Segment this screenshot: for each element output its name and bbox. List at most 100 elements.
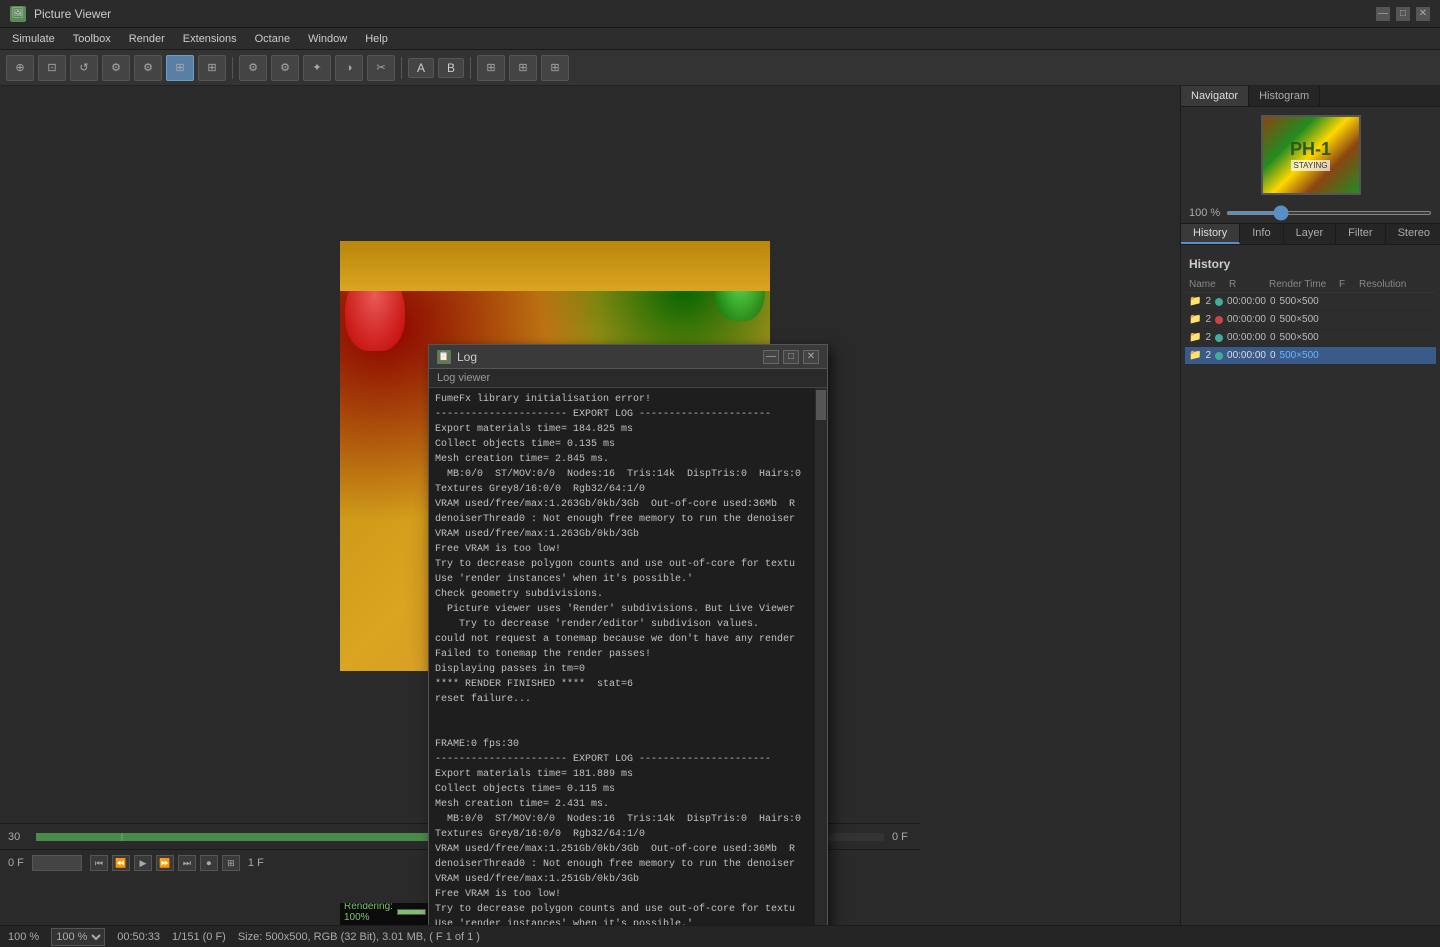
play-end-button[interactable]: ⏭	[178, 855, 196, 871]
icon2-button[interactable]: ⊞	[509, 55, 537, 81]
log-minimize-button[interactable]: —	[763, 350, 779, 364]
status-frame-info: 1/151 (0 F)	[172, 931, 226, 943]
col-render-time-label	[1249, 279, 1269, 290]
settings2-button[interactable]: ⚙	[134, 55, 162, 81]
play-prev-button[interactable]: ⏪	[112, 855, 130, 871]
separator-3	[470, 57, 471, 79]
history-panel: History Name R Render Time F Resolution …	[1181, 249, 1440, 925]
row4-f: 0	[1270, 350, 1276, 361]
frame-input[interactable]	[32, 855, 82, 871]
play-button[interactable]: ▶	[134, 855, 152, 871]
view-button[interactable]: ⊞	[166, 55, 194, 81]
end-frame-label: 0 F	[892, 831, 912, 843]
main-layout: PH-1 Rendering: 100% 📋 Log — □ ✕	[0, 86, 1440, 925]
zoom-slider[interactable]	[1226, 211, 1432, 215]
log-controls: — □ ✕	[763, 350, 819, 364]
log-vertical-scrollbar[interactable]	[815, 388, 827, 925]
icon3-button[interactable]: ⊞	[541, 55, 569, 81]
toolbar: ⊕ ⊡ ↺ ⚙ ⚙ ⊞ ⊞ ⚙ ⚙ ✦ ◑ ✂ A B ⊞ ⊞ ⊞	[0, 50, 1440, 86]
menu-toolbox[interactable]: Toolbox	[65, 31, 119, 47]
start-frame-label: 30	[8, 831, 28, 843]
history-row-2[interactable]: 📁 2 00:00:00 0 500×500	[1185, 311, 1436, 329]
channel-b-button[interactable]: B	[438, 58, 464, 78]
zoom-value: 100 %	[1189, 207, 1220, 219]
log-text: FumeFx library initialisation error! ---…	[429, 388, 827, 925]
menu-simulate[interactable]: Simulate	[4, 31, 63, 47]
history-tabs: History Info Layer Filter Stereo	[1181, 224, 1440, 245]
row2-folder-icon: 📁	[1189, 314, 1201, 325]
row4-folder-icon: 📁	[1189, 350, 1201, 361]
fx2-button[interactable]: ⚙	[271, 55, 299, 81]
log-icon: 📋	[437, 350, 451, 364]
tab-info[interactable]: Info	[1240, 224, 1283, 244]
title-bar: 🖼 Picture Viewer — □ ✕	[0, 0, 1440, 28]
history-row-3[interactable]: 📁 2 00:00:00 0 500×500	[1185, 329, 1436, 347]
tab-histogram[interactable]: Histogram	[1249, 86, 1320, 106]
tab-stereo[interactable]: Stereo	[1386, 224, 1440, 244]
menu-bar: Simulate Toolbox Render Extensions Octan…	[0, 28, 1440, 50]
maximize-button[interactable]: □	[1396, 7, 1410, 21]
title-bar-controls[interactable]: — □ ✕	[1376, 7, 1430, 21]
col-render-time: Render Time	[1269, 279, 1339, 290]
star-button[interactable]: ✦	[303, 55, 331, 81]
log-maximize-button[interactable]: □	[783, 350, 799, 364]
progress-text: Rendering: 100%	[344, 901, 393, 923]
play-start-button[interactable]: ⏮	[90, 855, 108, 871]
row3-folder-icon: 📁	[1189, 332, 1201, 343]
refresh-button[interactable]: ↺	[70, 55, 98, 81]
log-content[interactable]: FumeFx library initialisation error! ---…	[429, 388, 827, 925]
close-button[interactable]: ✕	[1416, 7, 1430, 21]
row3-status-dot	[1215, 334, 1223, 342]
tab-filter[interactable]: Filter	[1336, 224, 1385, 244]
row4-name: 2	[1205, 350, 1211, 361]
zoom-select[interactable]: 100 %	[51, 928, 105, 946]
crop-button[interactable]: ✂	[367, 55, 395, 81]
menu-render[interactable]: Render	[121, 31, 173, 47]
row3-render-time: 00:00:00	[1227, 332, 1266, 343]
open-button[interactable]: ⊡	[38, 55, 66, 81]
log-close-button[interactable]: ✕	[803, 350, 819, 364]
play-next-button[interactable]: ⏩	[156, 855, 174, 871]
row4-render-time: 00:00:00	[1227, 350, 1266, 361]
settings-button[interactable]: ⚙	[102, 55, 130, 81]
separator-1	[232, 57, 233, 79]
tab-history[interactable]: History	[1181, 224, 1240, 244]
log-subtitle: Log viewer	[429, 369, 827, 388]
preview-thumbnail: PH-1 STAYING	[1261, 115, 1361, 195]
log-title-text: Log	[457, 350, 477, 364]
history-row-1[interactable]: 📁 2 00:00:00 0 500×500	[1185, 293, 1436, 311]
app-title: Picture Viewer	[34, 7, 111, 21]
history-row-4[interactable]: 📁 2 00:00:00 0 500×500	[1185, 347, 1436, 365]
tab-layer[interactable]: Layer	[1284, 224, 1337, 244]
log-dialog: 📋 Log — □ ✕ Log viewer FumeFx library in…	[428, 344, 828, 925]
row2-status-dot	[1215, 316, 1223, 324]
timeline-playhead[interactable]	[121, 833, 123, 841]
thumb-ph1-label: PH-1	[1290, 139, 1331, 160]
menu-help[interactable]: Help	[357, 31, 396, 47]
record-button[interactable]: ⏺	[200, 855, 218, 871]
row4-status-dot	[1215, 352, 1223, 360]
menu-octane[interactable]: Octane	[247, 31, 298, 47]
minimize-button[interactable]: —	[1376, 7, 1390, 21]
yellow-top-decoration	[340, 241, 770, 291]
channel-a-button[interactable]: A	[408, 58, 434, 78]
tab-navigator[interactable]: Navigator	[1181, 86, 1249, 106]
col-resolution: Resolution	[1359, 279, 1429, 290]
progress-fill	[398, 910, 425, 914]
view2-button[interactable]: ⊞	[198, 55, 226, 81]
app-icon: 🖼	[10, 6, 26, 22]
contrast-button[interactable]: ◑	[335, 55, 363, 81]
menu-window[interactable]: Window	[300, 31, 355, 47]
playback-controls: ⏮ ⏪ ▶ ⏩ ⏭ ⏺ ⊞	[90, 855, 240, 871]
status-bar: 100 % 100 % 00:50:33 1/151 (0 F) Size: 5…	[0, 925, 1440, 947]
extra-button[interactable]: ⊞	[222, 855, 240, 871]
log-vertical-scroll-thumb[interactable]	[816, 390, 826, 420]
row3-resolution: 500×500	[1280, 332, 1319, 343]
row3-name: 2	[1205, 332, 1211, 343]
status-size: Size: 500x500, RGB (32 Bit), 3.01 MB, ( …	[238, 931, 480, 943]
row3-f: 0	[1270, 332, 1276, 343]
fx-button[interactable]: ⚙	[239, 55, 267, 81]
icon1-button[interactable]: ⊞	[477, 55, 505, 81]
new-button[interactable]: ⊕	[6, 55, 34, 81]
menu-extensions[interactable]: Extensions	[175, 31, 245, 47]
